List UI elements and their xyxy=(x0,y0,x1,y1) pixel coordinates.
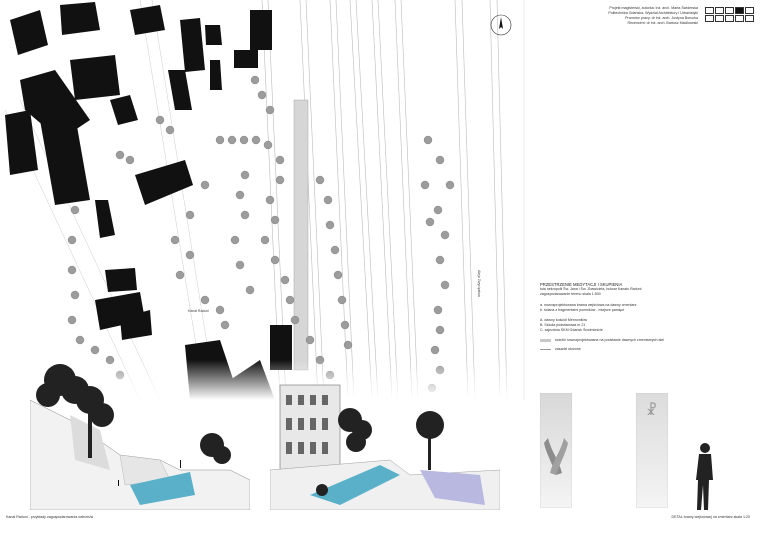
legend-swatch xyxy=(540,339,551,342)
sheet-box xyxy=(715,7,724,14)
human-scale-silhouette xyxy=(696,443,713,510)
section-drawing-left xyxy=(30,364,250,510)
credit-line: Recenzent: dr inż. arch. Bartosz Macikow… xyxy=(627,21,698,25)
north-arrow-icon xyxy=(490,14,512,36)
sheet-box xyxy=(705,15,714,22)
map-legend: PRZESTRZENIE MEDYTACJI I SKUPIENIA tuła … xyxy=(540,282,740,352)
presentation-board: Kanał Raduni Aleja Zwycięstwa Projekt ma… xyxy=(0,0,760,533)
street-label-aleja: Aleja Zwycięstwa xyxy=(477,270,481,297)
legend-key-label: zasadzi ułożone xyxy=(555,347,581,351)
sheet-box xyxy=(735,15,744,22)
chi-rho-icon: ☧ xyxy=(646,402,657,419)
promenade-strip xyxy=(293,99,309,371)
sheet-box xyxy=(745,15,754,22)
legend-key-row: zasadzi ułożone xyxy=(540,347,740,352)
gate-panel-hands xyxy=(540,393,572,508)
sheet-box xyxy=(725,15,734,22)
sheet-box xyxy=(745,7,754,14)
gate-panel-symbol: ☧ xyxy=(636,393,668,508)
sheet-box xyxy=(705,7,714,14)
project-credits: Projekt magisterski, autorka: inż. arch.… xyxy=(608,6,698,26)
street-label-kanal: Kanał Raduni xyxy=(188,309,209,313)
sheet-index-boxes xyxy=(705,7,754,22)
trees xyxy=(67,75,455,393)
sheet-box xyxy=(725,7,734,14)
legend-key-label: ścieżki nowozprojektowane na podstawie d… xyxy=(555,338,665,342)
sheet-box xyxy=(715,15,724,22)
legend-key-row: ścieżki nowozprojektowane na podstawie d… xyxy=(540,338,740,343)
section-caption: Kanał Raduni - przykłady zagospodarowani… xyxy=(6,515,93,519)
site-plan-map: Kanał Raduni Aleja Zwycięstwa xyxy=(0,0,525,400)
legend-swatch xyxy=(540,349,551,350)
compass xyxy=(490,14,512,36)
sheet-box-current xyxy=(735,7,744,14)
buildings xyxy=(5,2,292,400)
detail-caption: DETAL bramy wejściowej na cmentarz skala… xyxy=(671,515,751,519)
section-drawing-right xyxy=(270,384,500,510)
